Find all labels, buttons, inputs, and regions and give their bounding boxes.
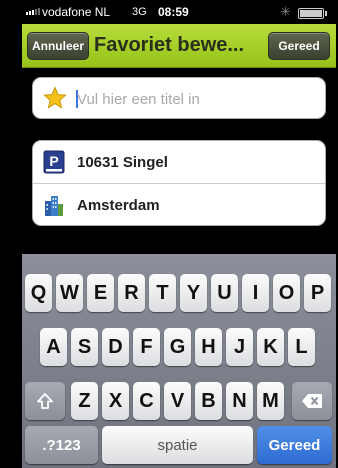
keyboard-row-4: .?123 spatie Gereed (22, 426, 336, 468)
onscreen-keyboard: Q W E R T Y U I O P A S D F G H J K L Z … (22, 254, 336, 468)
key-w[interactable]: W (56, 274, 83, 312)
phone-screen: vodafone NL 3G 08:59 ✳ Annuleer Favoriet… (22, 0, 336, 468)
key-f[interactable]: F (133, 328, 160, 366)
key-x[interactable]: X (102, 382, 129, 420)
key-e[interactable]: E (87, 274, 114, 312)
keyboard-row-2: A S D F G H J K L (22, 328, 336, 370)
numbers-key[interactable]: .?123 (25, 426, 98, 464)
key-t[interactable]: T (149, 274, 176, 312)
key-k[interactable]: K (257, 328, 284, 366)
status-time: 08:59 (158, 5, 189, 19)
battery-icon (298, 8, 327, 19)
title-field-group (32, 77, 326, 120)
key-i[interactable]: I (242, 274, 269, 312)
keyboard-row-3: Z X C V B N M (22, 382, 336, 424)
star-icon (43, 86, 67, 109)
key-o[interactable]: O (273, 274, 300, 312)
space-key[interactable]: spatie (102, 426, 253, 464)
key-n[interactable]: N (226, 382, 253, 420)
network-type: 3G (132, 6, 147, 18)
key-u[interactable]: U (211, 274, 238, 312)
key-h[interactable]: H (195, 328, 222, 366)
key-r[interactable]: R (118, 274, 145, 312)
parking-icon: P (43, 150, 65, 174)
carrier-name: vodafone NL (42, 5, 111, 19)
backspace-icon (302, 394, 322, 408)
shift-key[interactable] (25, 382, 65, 420)
signal-strength-icon (26, 8, 40, 15)
svg-text:P: P (49, 153, 58, 169)
key-m[interactable]: M (257, 382, 284, 420)
form-content: P 10631 Singel Amsterdam (22, 68, 336, 250)
key-y[interactable]: Y (180, 274, 207, 312)
key-v[interactable]: V (164, 382, 191, 420)
key-a[interactable]: A (40, 328, 67, 366)
navigation-bar: Annuleer Favoriet bewe... Gereed (22, 24, 336, 68)
key-z[interactable]: Z (71, 382, 98, 420)
key-j[interactable]: J (226, 328, 253, 366)
cancel-button[interactable]: Annuleer (27, 32, 89, 60)
status-bar: vodafone NL 3G 08:59 ✳ (22, 0, 336, 24)
key-d[interactable]: D (102, 328, 129, 366)
return-key[interactable]: Gereed (257, 426, 332, 464)
keyboard-row-1: Q W E R T Y U I O P (22, 274, 336, 316)
title-input[interactable] (77, 78, 317, 120)
key-l[interactable]: L (288, 328, 315, 366)
done-button[interactable]: Gereed (268, 32, 330, 60)
key-c[interactable]: C (133, 382, 160, 420)
key-q[interactable]: Q (25, 274, 52, 312)
page-title: Favoriet bewe... (94, 34, 245, 56)
bluetooth-icon: ✳ (280, 4, 291, 19)
city-label: Amsterdam (77, 197, 160, 214)
key-b[interactable]: B (195, 382, 222, 420)
street-label: 10631 Singel (77, 153, 168, 171)
city-icon (45, 196, 63, 216)
city-row[interactable]: Amsterdam (33, 184, 325, 227)
backspace-key[interactable] (292, 382, 332, 420)
key-p[interactable]: P (304, 274, 331, 312)
key-s[interactable]: S (71, 328, 98, 366)
location-details-group: P 10631 Singel Amsterdam (32, 140, 326, 226)
street-row[interactable]: P 10631 Singel (33, 141, 325, 184)
key-g[interactable]: G (164, 328, 191, 366)
shift-arrow-icon (37, 393, 53, 409)
